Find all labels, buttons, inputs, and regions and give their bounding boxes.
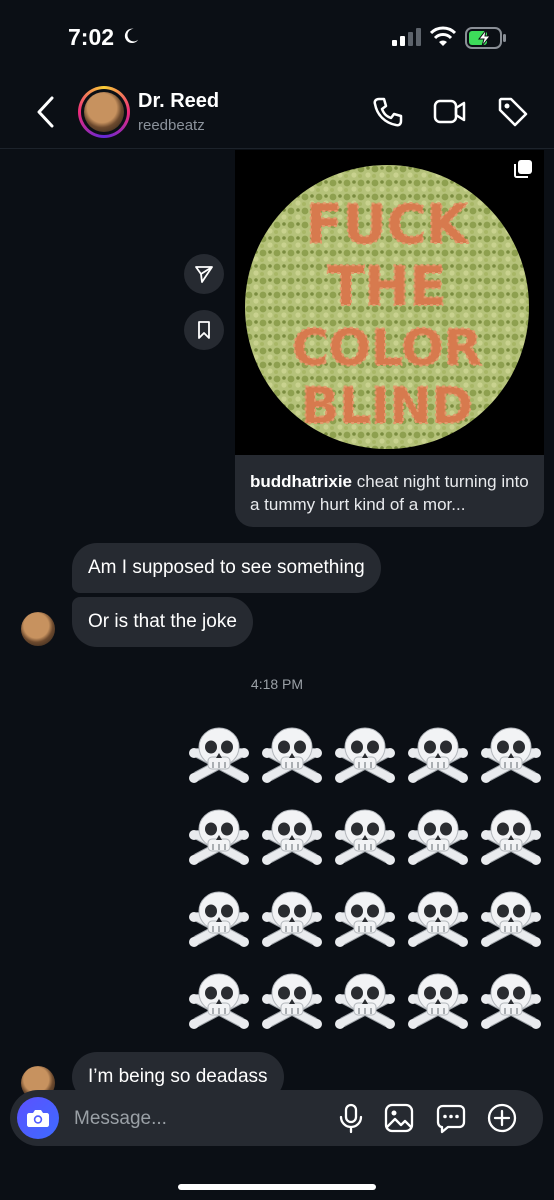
home-indicator[interactable] (178, 1184, 376, 1190)
moon-icon (124, 28, 139, 44)
message-text: Or is that the joke (88, 611, 237, 632)
microphone-icon[interactable] (335, 1102, 367, 1134)
post-caption: buddhatrixie cheat night turning into a … (250, 470, 535, 516)
skull-emoji-icon (182, 794, 255, 876)
status-time: 7:02 (68, 24, 115, 50)
signal-icon (392, 28, 421, 46)
skull-emoji-icon (328, 794, 401, 876)
color-blind-test-plate: FUCKTHECOLORBLIND (245, 165, 529, 449)
sticker-chat-icon[interactable] (435, 1102, 467, 1134)
emoji-row (182, 794, 547, 876)
skull-emoji-icon (474, 712, 547, 794)
skull-emoji-icon (401, 712, 474, 794)
plate-word: THE (328, 255, 447, 318)
message-composer (10, 1090, 543, 1146)
plus-icon[interactable] (486, 1102, 518, 1134)
emoji-row (182, 958, 547, 1040)
skull-emoji-icon (255, 794, 328, 876)
skull-emoji-icon (255, 712, 328, 794)
back-arrow-icon[interactable] (34, 95, 58, 129)
skull-emoji-icon (182, 712, 255, 794)
message-bubble[interactable]: Am I supposed to see something (72, 543, 381, 593)
camera-button[interactable] (17, 1097, 59, 1139)
wifi-icon (430, 26, 456, 46)
post-image[interactable]: FUCK THE COLOR BLIND (235, 150, 544, 455)
skull-emoji-icon (401, 958, 474, 1040)
send-icon (195, 266, 213, 283)
save-button[interactable] (184, 310, 224, 350)
tag-icon[interactable] (496, 95, 530, 129)
message-text: I’m being so deadass (88, 1066, 268, 1087)
shared-post[interactable]: FUCK THE COLOR BLIND buddhatrixie cheat nig… (235, 150, 544, 527)
phone-icon[interactable] (371, 95, 405, 129)
skull-emoji-icon (474, 876, 547, 958)
gallery-icon[interactable] (383, 1102, 415, 1134)
skull-emoji-icon (401, 876, 474, 958)
contact-avatar[interactable] (78, 86, 130, 138)
contact-username[interactable]: reedbeatz (138, 117, 205, 134)
skull-emoji-icon (182, 958, 255, 1040)
battery-charging-icon (465, 27, 506, 49)
timestamp: 4:18 PM (250, 676, 304, 692)
carousel-icon (514, 160, 532, 178)
caption-username[interactable]: buddhatrixie (250, 472, 352, 491)
sender-avatar[interactable] (21, 612, 55, 646)
skull-emoji-icon (255, 876, 328, 958)
plate-word: BLIND (301, 377, 473, 435)
plate-word: COLOR (292, 319, 482, 377)
video-call-icon[interactable] (433, 95, 467, 129)
skull-emoji-icon (401, 794, 474, 876)
emoji-row (182, 712, 547, 794)
skull-emoji-icon (474, 794, 547, 876)
skull-emoji-icon (255, 958, 328, 1040)
skull-emoji-icon (328, 958, 401, 1040)
skull-emoji-icon (328, 876, 401, 958)
camera-icon (27, 1110, 49, 1127)
skull-emoji-icon (474, 958, 547, 1040)
message-bubble[interactable]: Or is that the joke (72, 597, 253, 647)
contact-name[interactable]: Dr. Reed (138, 90, 219, 113)
header-divider (0, 148, 554, 149)
bookmark-icon (198, 321, 210, 339)
message-input[interactable] (72, 1103, 326, 1135)
emoji-row (182, 876, 547, 958)
plate-word: FUCK (306, 193, 470, 256)
share-button[interactable] (184, 254, 224, 294)
emoji-message[interactable] (182, 712, 547, 1040)
message-text: Am I supposed to see something (88, 557, 365, 578)
skull-emoji-icon (328, 712, 401, 794)
skull-emoji-icon (182, 876, 255, 958)
